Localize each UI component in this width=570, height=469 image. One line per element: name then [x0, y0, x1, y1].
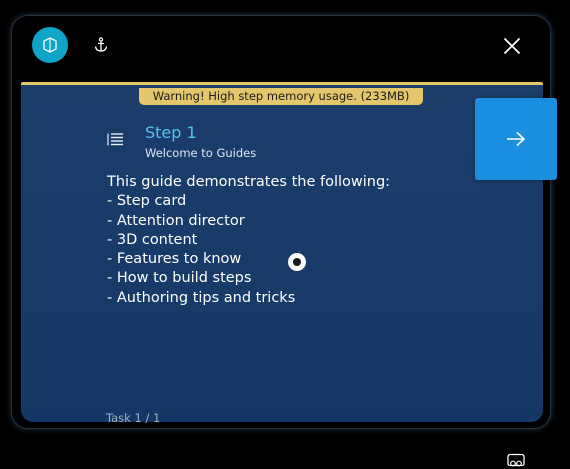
outline-list-icon[interactable] — [107, 132, 124, 147]
gaze-cursor — [288, 253, 306, 271]
step-body-line: - 3D content — [107, 231, 198, 248]
task-progress-label: Task 1 / 1 — [106, 411, 161, 425]
step-title: Step 1 — [145, 123, 197, 142]
next-step-button[interactable] — [475, 98, 557, 180]
close-button[interactable] — [500, 34, 524, 58]
step-subtitle: Welcome to Guides — [145, 146, 257, 160]
step-body-line: - Features to know — [107, 251, 242, 268]
step-body-line: - How to build steps — [107, 270, 252, 287]
guides-window: Warning! High step memory usage. (233MB)… — [12, 16, 557, 467]
window-toolbar — [12, 16, 550, 76]
step-card: Warning! High step memory usage. (233MB)… — [21, 82, 543, 467]
pin-panel-button[interactable] — [32, 27, 68, 63]
pin-panel-icon — [43, 37, 57, 53]
media-icon[interactable] — [507, 453, 525, 469]
step-body-line: This guide demonstrates the following: — [107, 174, 391, 190]
gaze-cursor-dot — [293, 258, 301, 266]
step-body: This guide demonstrates the following: -… — [107, 173, 437, 308]
step-body-line: - Step card — [107, 193, 187, 210]
arrow-right-icon — [507, 131, 526, 147]
memory-warning-banner: Warning! High step memory usage. (233MB) — [139, 88, 423, 105]
close-icon — [503, 37, 521, 55]
step-body-line: - Authoring tips and tricks — [107, 289, 296, 306]
anchor-button[interactable] — [90, 34, 112, 56]
step-body-line: - Attention director — [107, 212, 245, 229]
anchor-icon — [94, 37, 108, 52]
